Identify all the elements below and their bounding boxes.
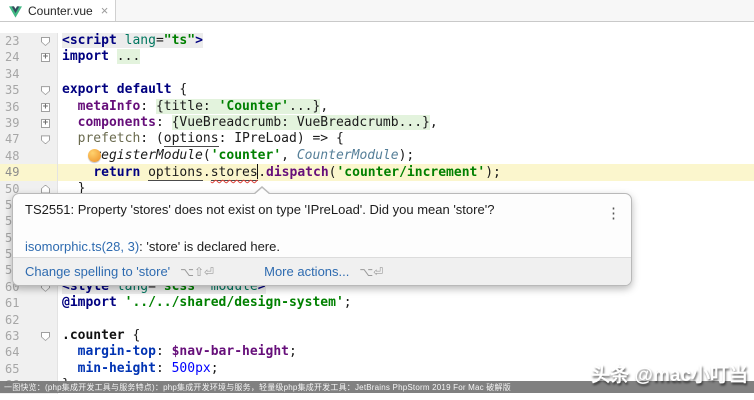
fold-collapse-icon[interactable] [41,37,50,46]
code-line[interactable]: 24 + import ... [0,49,754,65]
line-number: 48 [0,148,36,164]
line-number: 49 [0,164,36,180]
code-line[interactable]: 47 prefetch: (options: IPreLoad) => { [0,131,754,147]
more-actions-shortcut-hint: ⌥⏎ [359,265,383,279]
fold-collapse-icon[interactable] [41,332,50,341]
fold-gutter [36,295,58,311]
tooltip-arrow [253,186,271,194]
code-text: registerModule('counter', CounterModule)… [58,148,754,164]
error-message-row: TS2551: Property 'stores' does not exist… [25,201,597,219]
line-number: 24 [0,49,36,65]
more-actions-link[interactable]: More actions... [264,264,349,279]
code-text: metaInfo: {title: 'Counter'...}, [58,99,754,115]
fold-marker[interactable]: + [36,49,58,65]
editor-tab-bar: Counter.vue × [0,0,754,22]
vue-logo-icon [9,5,22,17]
declaration-text: : 'store' is declared here. [139,239,280,254]
line-number: 34 [0,66,36,82]
fold-gutter [36,344,58,360]
error-tooltip: TS2551: Property 'stores' does not exist… [12,193,632,286]
fold-gutter [36,312,58,328]
quickfix-change-spelling-link[interactable]: Change spelling to 'store' [25,264,170,279]
fold-collapse-icon[interactable] [41,135,50,144]
line-number: 62 [0,312,36,328]
error-message: TS2551: Property 'stores' does not exist… [25,202,494,217]
code-text: components: {VueBreadcrumb: VueBreadcrum… [58,115,754,131]
code-text: import ... [58,49,754,65]
intention-bulb-icon[interactable] [88,149,101,162]
declaration-row: isomorphic.ts(28, 3): 'store' is declare… [25,238,280,256]
fold-marker[interactable] [36,33,58,49]
fold-gutter [36,148,58,164]
code-line[interactable]: 35 export default { [0,82,754,98]
tab-title: Counter.vue [28,4,93,18]
tab-counter-vue[interactable]: Counter.vue × [0,0,116,21]
fold-marker[interactable] [36,82,58,98]
code-line[interactable]: 34 [0,66,754,82]
code-text [58,66,754,82]
fold-gutter [36,164,58,180]
line-number: 23 [0,33,36,49]
code-text: prefetch: (options: IPreLoad) => { [58,131,754,147]
code-line[interactable]: 39 + components: {VueBreadcrumb: VueBread… [0,115,754,131]
fold-collapse-icon[interactable] [41,86,50,95]
line-number: 36 [0,99,36,115]
code-line[interactable]: 61 @import '../../shared/design-system'; [0,295,754,311]
code-text: export default { [58,82,754,98]
code-text: @import '../../shared/design-system'; [58,295,754,311]
code-line[interactable]: 62 [0,312,754,328]
code-text: return options.stores.dispatch('counter/… [58,164,754,180]
fold-marker[interactable]: + [36,99,58,115]
code-text [58,312,754,328]
code-text: .counter { [58,328,754,344]
tooltip-menu-icon[interactable]: ⋮ [606,206,621,222]
line-number: 63 [0,328,36,344]
fold-expand-icon[interactable]: + [41,53,50,62]
fold-expand-icon[interactable]: + [41,119,50,128]
line-number: 65 [0,361,36,377]
fold-gutter [36,66,58,82]
code-line[interactable]: 23 <script lang="ts"> [0,33,754,49]
declaration-link[interactable]: isomorphic.ts(28, 3) [25,239,139,254]
line-number: 64 [0,344,36,360]
line-number: 47 [0,131,36,147]
line-number: 39 [0,115,36,131]
code-line[interactable]: 64 margin-top: $nav-bar-height; [0,344,754,360]
code-line[interactable]: 48 registerModule('counter', CounterModu… [0,148,754,164]
code-text: <script lang="ts"> [58,33,754,49]
caption-text: 一图快览：(php集成开发工具与服务特点)：php集成开发环境与服务，轻量级ph… [0,382,511,393]
toutiao-watermark: 头条 @mac小叮当 [591,360,748,387]
code-line[interactable]: 36 + metaInfo: {title: 'Counter'...}, [0,99,754,115]
fold-marker[interactable] [36,328,58,344]
code-text: margin-top: $nav-bar-height; [58,344,754,360]
code-line[interactable]: 63 .counter { [0,328,754,344]
line-number: 61 [0,295,36,311]
fold-expand-icon[interactable]: + [41,103,50,112]
tooltip-action-bar: Change spelling to 'store' ⌥⇧⏎ More acti… [13,257,631,285]
ide-window: Counter.vue × 23 <script lang="ts"> 24 + imp… [0,0,754,400]
line-number: 35 [0,82,36,98]
code-line[interactable]: 49 return options.stores.dispatch('count… [0,164,754,180]
quickfix-shortcut-hint: ⌥⇧⏎ [180,265,214,279]
tab-close-icon[interactable]: × [101,4,109,17]
fold-marker[interactable] [36,131,58,147]
fold-marker[interactable]: + [36,115,58,131]
fold-gutter [36,361,58,377]
